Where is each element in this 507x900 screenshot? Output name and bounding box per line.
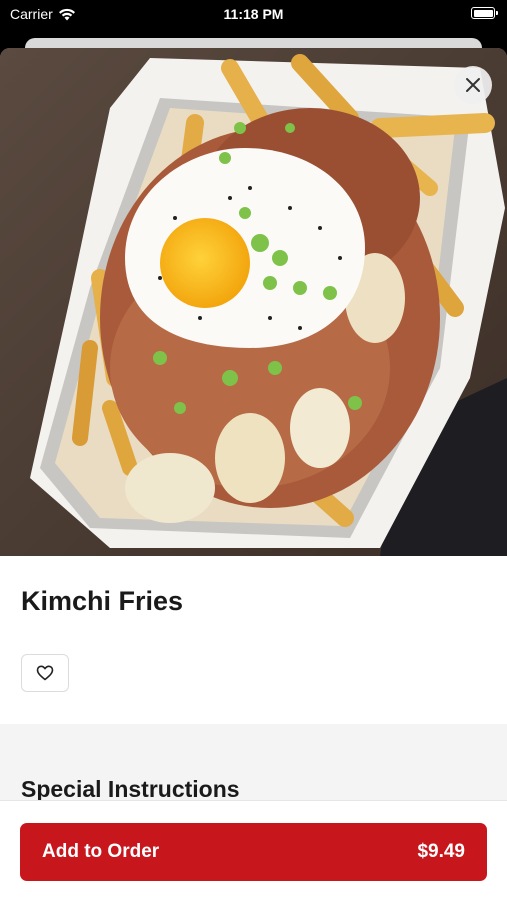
add-to-order-label: Add to Order — [42, 841, 160, 862]
battery-icon — [471, 7, 498, 19]
status-bar: Carrier 11:18 PM — [0, 0, 507, 30]
close-icon — [466, 78, 480, 92]
order-footer: Add to Order $9.49 — [0, 800, 507, 900]
item-title: Kimchi Fries — [21, 586, 184, 616]
favorite-button[interactable] — [21, 654, 69, 692]
food-photo-illustration — [0, 48, 507, 556]
heart-icon — [36, 665, 54, 681]
price-label: $9.49 — [417, 841, 465, 862]
item-detail-sheet: Kimchi Fries Special Instructions Add to… — [0, 48, 507, 900]
add-to-order-button[interactable]: Add to Order $9.49 — [20, 823, 487, 881]
special-instructions-title: Special Instructions — [21, 776, 240, 802]
close-button[interactable] — [454, 66, 492, 104]
clock: 11:18 PM — [223, 6, 284, 22]
kimchi-fries-photo — [0, 48, 507, 556]
